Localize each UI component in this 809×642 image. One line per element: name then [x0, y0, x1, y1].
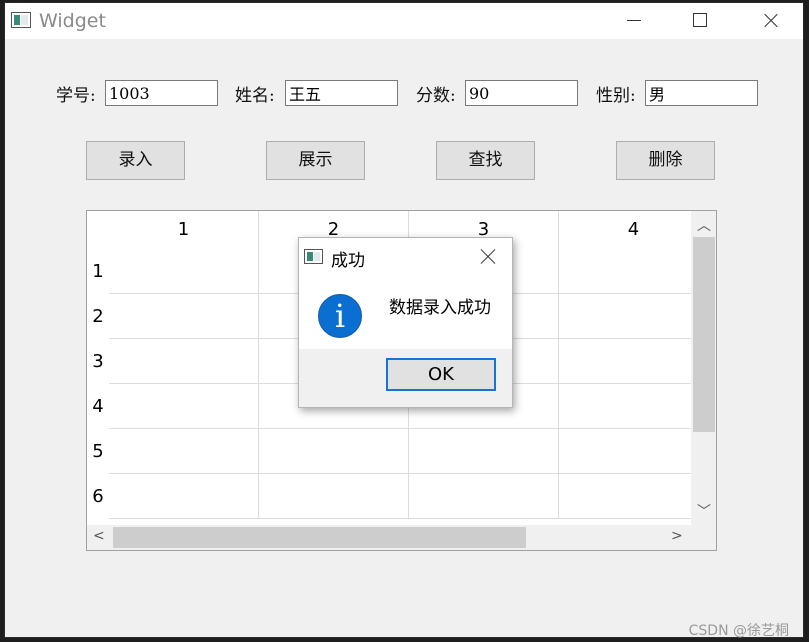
table-cell[interactable] [109, 384, 259, 429]
table-cell[interactable] [109, 249, 259, 294]
row-header-5[interactable]: 5 [87, 429, 109, 474]
dialog-body: 成功 i 数据录入成功 [299, 238, 512, 349]
name-label: 姓名: [235, 86, 275, 106]
table-cell[interactable] [559, 474, 709, 519]
close-icon[interactable] [747, 3, 793, 39]
scroll-left-icon[interactable]: < [93, 528, 105, 544]
row-header-2[interactable]: 2 [87, 294, 109, 339]
watermark: CSDN @徐艺桐 [688, 623, 789, 639]
row-header-3[interactable]: 3 [87, 339, 109, 384]
horizontal-scrollbar[interactable]: < > [87, 525, 691, 550]
horizontal-scroll-thumb[interactable] [113, 527, 526, 548]
table-cell[interactable] [559, 384, 709, 429]
name-field[interactable] [285, 80, 398, 106]
window-title: Widget [39, 10, 106, 32]
dialog-title: 成功 [331, 251, 365, 271]
success-dialog: 成功 i 数据录入成功 OK [298, 237, 513, 408]
title-bar[interactable]: Widget [5, 3, 803, 39]
row-header-4[interactable]: 4 [87, 384, 109, 429]
dialog-app-icon [304, 249, 323, 264]
table-cell[interactable] [259, 429, 409, 474]
minimize-icon[interactable] [611, 3, 657, 39]
table-corner [87, 211, 109, 249]
column-header-1[interactable]: 1 [109, 211, 259, 249]
dialog-close-icon[interactable] [477, 246, 499, 268]
student-id-label: 学号: [56, 86, 96, 106]
info-icon: i [318, 294, 362, 338]
scroll-down-icon[interactable]: ﹀ [697, 501, 711, 521]
row-header-6[interactable]: 6 [87, 474, 109, 519]
scroll-right-icon[interactable]: > [671, 528, 683, 544]
add-button[interactable]: 录入 [86, 141, 185, 180]
gender-field[interactable] [645, 80, 758, 106]
table-cell[interactable] [409, 474, 559, 519]
table-cell[interactable] [109, 339, 259, 384]
dialog-message: 数据录入成功 [389, 298, 491, 318]
maximize-icon[interactable] [677, 3, 723, 39]
score-label: 分数: [416, 86, 456, 106]
table-cell[interactable] [559, 294, 709, 339]
table-cell[interactable] [559, 339, 709, 384]
find-button[interactable]: 查找 [436, 141, 535, 180]
delete-button[interactable]: 删除 [616, 141, 715, 180]
ok-button[interactable]: OK [386, 358, 496, 391]
table-cell[interactable] [559, 429, 709, 474]
vertical-scrollbar[interactable]: ︿ ﹀ [691, 211, 716, 525]
show-button[interactable]: 展示 [266, 141, 365, 180]
table-cell[interactable] [109, 474, 259, 519]
scroll-up-icon[interactable]: ︿ [697, 215, 711, 235]
student-id-field[interactable] [105, 80, 218, 106]
scrollbar-corner [691, 525, 716, 550]
vertical-scroll-thumb[interactable] [693, 237, 715, 432]
table-cell[interactable] [109, 294, 259, 339]
gender-label: 性别: [596, 86, 636, 106]
main-window: Widget 学号: 姓名: 分数: 性别: 录入 展示 查找 删除 1 2 3… [4, 2, 804, 639]
app-icon [11, 12, 31, 28]
table-cell[interactable] [109, 429, 259, 474]
table-cell[interactable] [559, 249, 709, 294]
table-cell[interactable] [259, 474, 409, 519]
table-cell[interactable] [409, 429, 559, 474]
row-header-1[interactable]: 1 [87, 249, 109, 294]
score-field[interactable] [465, 80, 578, 106]
column-header-4[interactable]: 4 [559, 211, 709, 249]
